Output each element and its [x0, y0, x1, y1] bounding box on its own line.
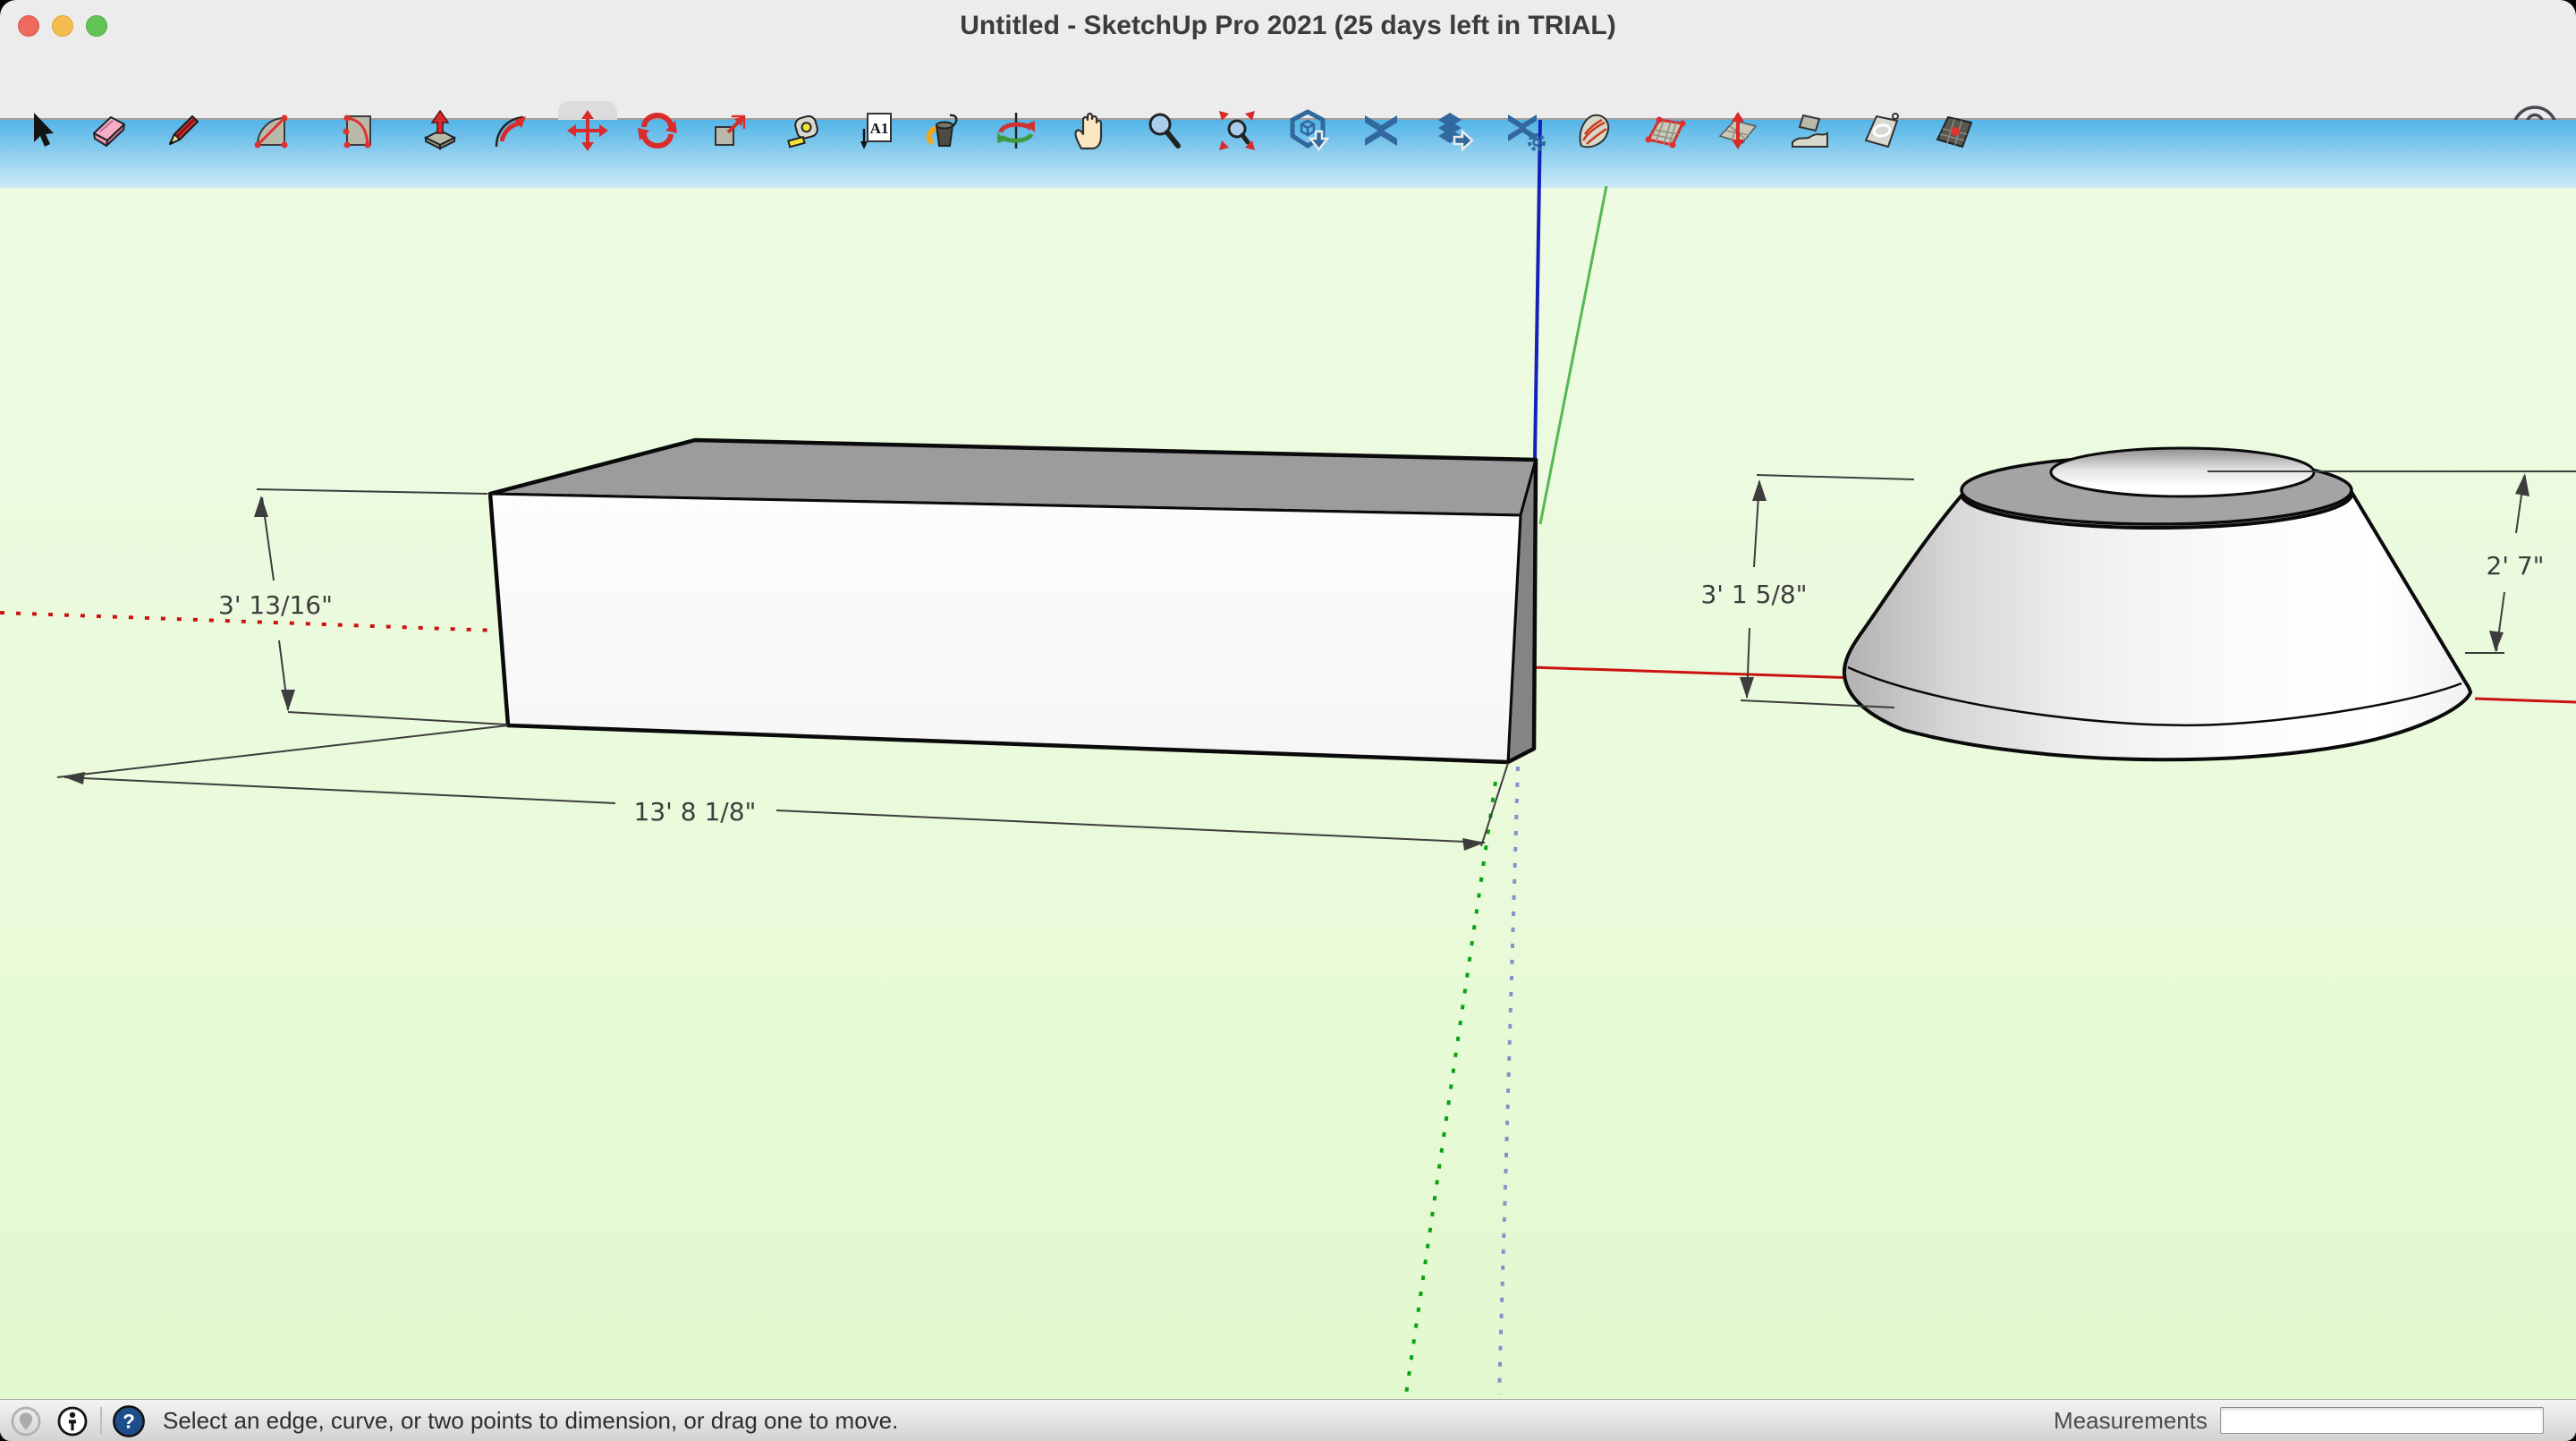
tool-sandbox-from-contours[interactable]: [1572, 109, 1615, 152]
tool-zoom-extents[interactable]: [1216, 109, 1258, 152]
arc-icon: [249, 109, 292, 152]
tool-shapes[interactable]: [336, 109, 379, 152]
get-models-icon: [1286, 109, 1329, 152]
push-pull-icon: [420, 109, 463, 152]
shapes-icon: [336, 109, 379, 152]
blue-axis-negative-dotted: [1499, 767, 1518, 1394]
tool-orbit[interactable]: [995, 109, 1038, 152]
follow-me-icon: [490, 109, 533, 152]
move-icon: [566, 109, 609, 152]
tool-extension-warehouse[interactable]: [1504, 109, 1546, 152]
cone-body: [1844, 492, 2470, 759]
tool-sandbox-from-scratch[interactable]: [1644, 109, 1687, 152]
red-axis-positive-right-segment: [2475, 699, 2576, 702]
tool-select[interactable]: [20, 109, 63, 152]
box-height-label: 3' 13/16": [218, 590, 333, 620]
tool-tape-measure[interactable]: [784, 109, 827, 152]
paint-bucket-icon: [922, 109, 965, 152]
tool-arcs[interactable]: [249, 109, 292, 152]
tool-paint-bucket[interactable]: [922, 109, 965, 152]
extension-warehouse-icon: [1504, 109, 1546, 152]
smoove-icon: [1716, 109, 1759, 152]
tool-scale[interactable]: [708, 109, 751, 152]
blue-axis-positive: [1535, 120, 1540, 459]
cone-geometry[interactable]: [1844, 448, 2470, 759]
tool-zoom[interactable]: [1142, 109, 1185, 152]
tool-text[interactable]: A1: [856, 109, 899, 152]
tape-measure-icon: [784, 109, 827, 152]
box-front-face: [490, 494, 1521, 762]
measurements-input[interactable]: [2220, 1407, 2544, 1434]
stamp-icon: [1788, 109, 1831, 152]
tool-stamp[interactable]: [1788, 109, 1831, 152]
tool-eraser[interactable]: [88, 109, 131, 152]
cone-height-label: 3' 1 5/8": [1700, 580, 1807, 609]
tool-pan[interactable]: [1068, 109, 1111, 152]
share-model-icon: [1360, 109, 1402, 152]
select-arrow-icon: [20, 109, 63, 152]
model-viewport[interactable]: 3' 13/16" 13' 8 1/8": [0, 120, 2576, 1400]
add-location-icon: [1932, 109, 1975, 152]
measurements-label: Measurements: [2054, 1407, 2207, 1435]
close-button[interactable]: [18, 15, 39, 37]
status-message: Select an edge, curve, or two points to …: [163, 1407, 898, 1435]
zoom-window-button[interactable]: [86, 15, 107, 37]
box-geometry[interactable]: [490, 440, 1536, 762]
rotate-icon: [636, 109, 679, 152]
title-bar: Untitled - SketchUp Pro 2021 (25 days le…: [0, 0, 2576, 50]
dimension-box-height[interactable]: 3' 13/16": [218, 489, 506, 725]
tool-follow-me[interactable]: [490, 109, 533, 152]
eraser-icon: [88, 109, 131, 152]
geolocation-icon[interactable]: [9, 1404, 43, 1438]
tool-rotate[interactable]: [636, 109, 679, 152]
green-axis-negative-dotted: [1406, 782, 1496, 1394]
zoom-extents-icon: [1216, 109, 1258, 152]
statusbar-divider: [100, 1407, 102, 1434]
zoom-icon: [1142, 109, 1185, 152]
pan-hand-icon: [1068, 109, 1111, 152]
status-bar: ? Select an edge, curve, or two points t…: [0, 1399, 2576, 1441]
tool-share-component[interactable]: [1432, 109, 1475, 152]
sketchup-window: Untitled - SketchUp Pro 2021 (25 days le…: [0, 0, 2576, 1441]
minimize-button[interactable]: [52, 15, 73, 37]
scale-icon: [708, 109, 751, 152]
tool-smoove[interactable]: [1716, 109, 1759, 152]
red-axis-positive-left-segment: [1531, 667, 1858, 678]
from-contours-icon: [1572, 109, 1615, 152]
orbit-icon: [995, 109, 1038, 152]
box-length-label: 13' 8 1/8": [634, 797, 757, 826]
tool-move[interactable]: [566, 109, 609, 152]
text-tool-icon: A1: [856, 109, 899, 152]
scene-canvas: 3' 13/16" 13' 8 1/8": [0, 120, 2576, 1400]
drape-icon: [1860, 109, 1902, 152]
window-title: Untitled - SketchUp Pro 2021 (25 days le…: [0, 0, 2576, 52]
credits-icon[interactable]: [55, 1404, 89, 1438]
svg-text:?: ?: [123, 1410, 135, 1432]
help-icon[interactable]: ?: [111, 1403, 147, 1439]
tool-get-models[interactable]: [1286, 109, 1329, 152]
svg-text:A1: A1: [870, 120, 889, 137]
tool-add-location[interactable]: [1932, 109, 1975, 152]
share-component-icon: [1432, 109, 1475, 152]
toolbar: A1: [0, 50, 2576, 120]
tool-share-model[interactable]: [1360, 109, 1402, 152]
cone-inner-height-label: 2' 7": [2486, 551, 2544, 581]
tool-line[interactable]: [162, 109, 205, 152]
from-scratch-icon: [1644, 109, 1687, 152]
green-axis-positive: [1540, 186, 1606, 524]
tool-push-pull[interactable]: [420, 109, 463, 152]
tool-drape[interactable]: [1860, 109, 1902, 152]
pencil-icon: [162, 109, 205, 152]
